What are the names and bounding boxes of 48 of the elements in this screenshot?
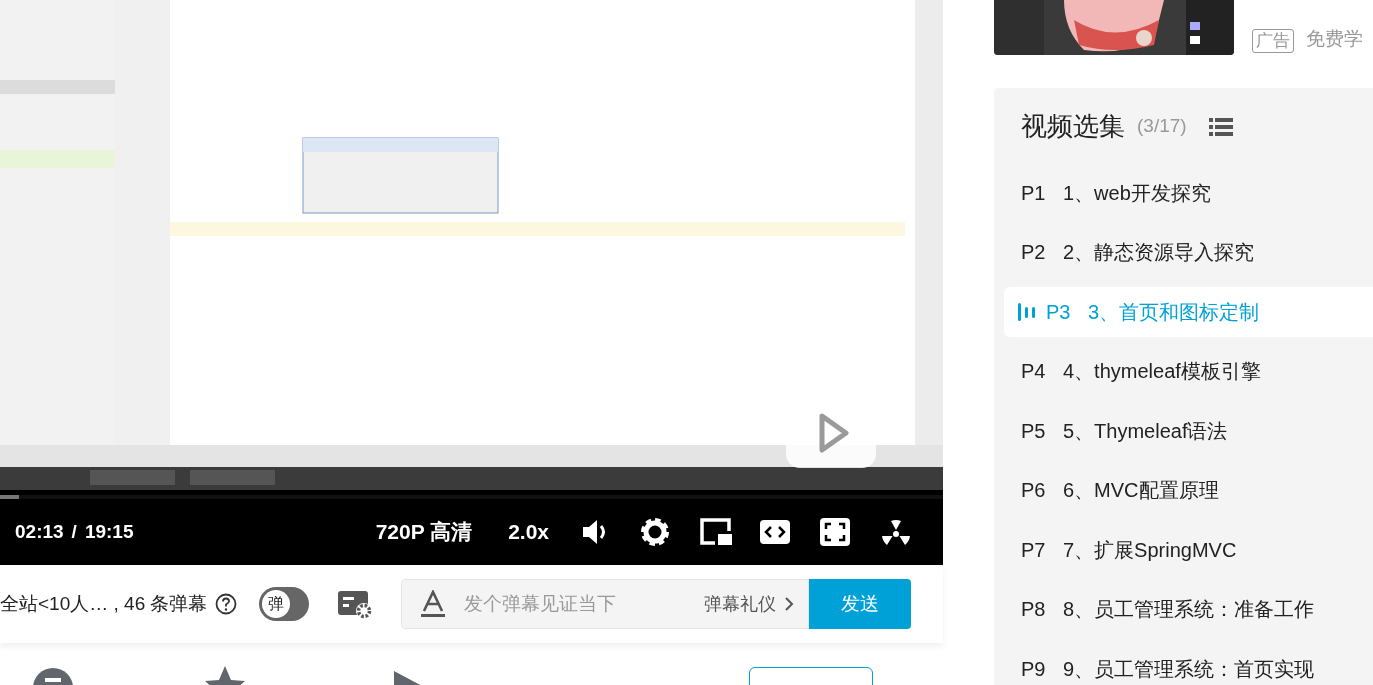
playlist-item[interactable]: P6 6、MVC配置原理: [1004, 465, 1373, 516]
playlist-item[interactable]: P2 2、静态资源导入探究: [1004, 227, 1373, 278]
part-number: P8: [1021, 597, 1047, 623]
danmaku-settings-icon[interactable]: [337, 589, 374, 619]
help-icon[interactable]: [215, 593, 238, 615]
part-title: 7、扩展SpringMVC: [1063, 537, 1237, 563]
chevron-icon: [784, 596, 795, 612]
quality-button[interactable]: 720P 高清: [375, 516, 473, 548]
part-title: 3、首页和图标定制: [1088, 299, 1260, 325]
part-number: P1: [1021, 180, 1047, 206]
part-title: 4、thymeleaf模板引擎: [1063, 359, 1261, 385]
playing-icon: [1018, 301, 1036, 322]
playlist-title: 视频选集: [1021, 110, 1125, 143]
part-title: 5、Thymeleaf语法: [1063, 418, 1228, 444]
part-title: 6、MVC配置原理: [1063, 478, 1219, 504]
picture-in-picture-icon[interactable]: [699, 517, 733, 547]
part-number: P3: [1046, 299, 1072, 325]
part-number: P5: [1021, 418, 1047, 444]
part-title: 2、静态资源导入探究: [1063, 240, 1255, 266]
part-title: 1、web开发探究: [1063, 180, 1211, 206]
playlist-item[interactable]: P1 1、web开发探究: [1004, 167, 1373, 218]
widescreen-icon[interactable]: [759, 519, 791, 545]
list-icon[interactable]: [1208, 116, 1233, 137]
playlist-count: (3/17): [1137, 114, 1187, 139]
playlist-item[interactable]: P8 8、员工管理系统：准备工作: [1004, 584, 1373, 635]
playlist-item[interactable]: P4 4、thymeleaf模板引擎: [1004, 346, 1373, 397]
danmaku-input[interactable]: 发个弹幕见证当下 弹幕礼仪: [401, 579, 810, 629]
fullscreen-icon[interactable]: [819, 517, 851, 547]
playlist-item[interactable]: P5 5、Thymeleaf语法: [1004, 405, 1373, 456]
text-style-icon[interactable]: [420, 590, 447, 618]
playlist-item[interactable]: P7 7、扩展SpringMVC: [1004, 524, 1373, 575]
part-number: P7: [1021, 537, 1047, 563]
part-number: P2: [1021, 240, 1047, 266]
part-title: 8、员工管理系统：准备工作: [1063, 597, 1315, 623]
speed-button[interactable]: 2.0x: [508, 516, 549, 548]
danmaku-info: 全站<10人… , 46 条弹幕: [0, 591, 208, 616]
time-separator: /: [71, 519, 77, 544]
ad-badge: 广告: [1252, 29, 1294, 53]
current-time: 02:13: [15, 519, 64, 544]
settings-icon[interactable]: [639, 516, 671, 548]
part-title: 9、员工管理系统：首页实现: [1063, 656, 1315, 682]
part-number: P4: [1021, 359, 1047, 385]
playlist-item[interactable]: P9 9、员工管理系统：首页实现: [1004, 643, 1373, 685]
danmaku-toggle[interactable]: 弹: [259, 587, 310, 621]
total-time: 19:15: [84, 519, 134, 544]
part-number: P9: [1021, 656, 1047, 682]
etiquette-link[interactable]: 弹幕礼仪: [704, 590, 795, 618]
part-number: P6: [1021, 478, 1047, 504]
